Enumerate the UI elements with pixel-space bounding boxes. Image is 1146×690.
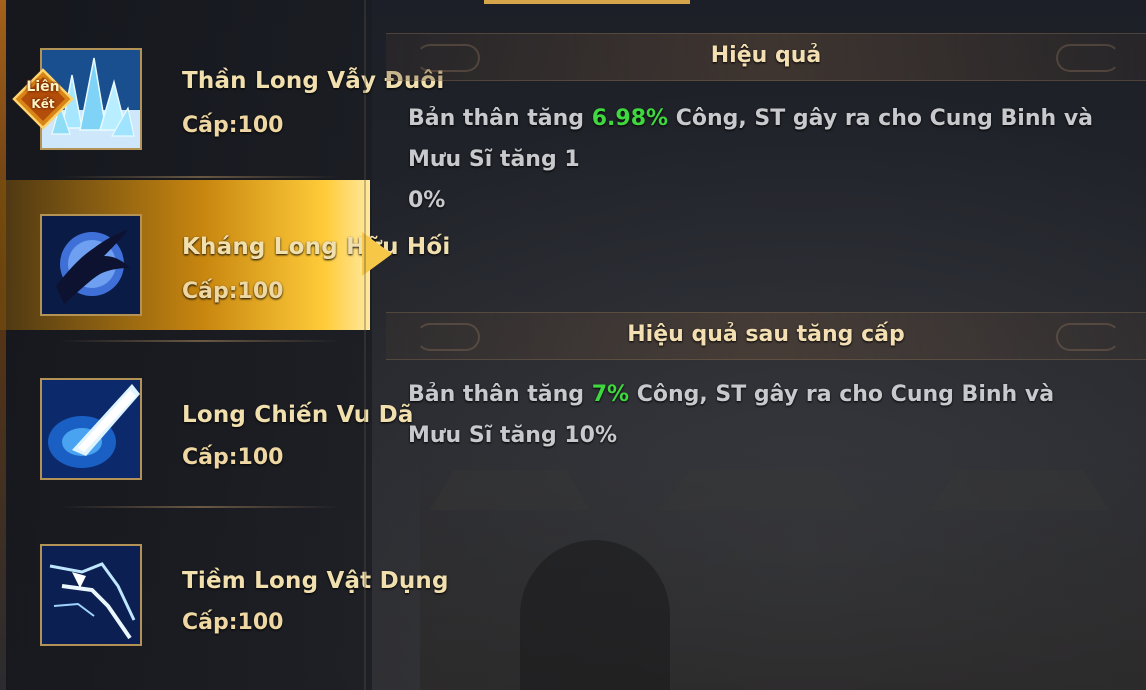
dragon-moon-icon — [40, 214, 142, 316]
effect-text: Bản thân tăng — [408, 106, 592, 131]
skill-level: Cấp:100 — [182, 113, 284, 138]
badge-line-1: Liên — [26, 79, 60, 95]
skill-level: Cấp:100 — [182, 445, 284, 470]
skill-item-tiem-long-vat-dung[interactable]: Tiềm Long Vật Dụng Cấp:100 — [0, 512, 448, 662]
row-divider — [60, 176, 340, 178]
skill-name: Tiềm Long Vật Dụng — [182, 568, 449, 594]
upgrade-description: Bản thân tăng 7% Công, ST gây ra cho Cun… — [408, 374, 1098, 456]
background-roof — [930, 470, 1110, 510]
skill-level: Cấp:100 — [182, 279, 284, 304]
row-divider — [60, 340, 340, 342]
skill-level: Cấp:100 — [182, 610, 284, 635]
effect-description: Bản thân tăng 6.98% Công, ST gây ra cho … — [408, 98, 1098, 221]
background-roof — [430, 470, 590, 510]
skill-name: Long Chiến Vu Dã — [182, 402, 414, 428]
background-gate — [520, 540, 670, 690]
skill-item-khang-long-huu-hoi[interactable]: Kháng Long Hữu Hối Cấp:100 — [0, 180, 450, 330]
upgrade-value: 7% — [591, 382, 630, 407]
effect-title: Hiệu quả — [710, 43, 822, 68]
upgrade-title: Hiệu quả sau tăng cấp — [627, 322, 905, 347]
badge-line-2: Kết — [31, 97, 55, 111]
effect-section-header: Hiệu quả — [386, 33, 1146, 81]
skill-item-long-chien-vu-da[interactable]: Long Chiến Vu Dã Cấp:100 — [0, 346, 413, 496]
lightning-spear-icon — [40, 544, 142, 646]
lien-ket-label: Liên Kết — [12, 79, 74, 113]
effect-value: 6.98% — [591, 106, 669, 131]
upgrade-section-header: Hiệu quả sau tăng cấp — [386, 312, 1146, 360]
effect-line-2: 0% — [408, 188, 446, 213]
panel-divider — [364, 0, 366, 690]
skill-name: Kháng Long Hữu Hối — [182, 234, 451, 260]
lien-ket-badge: Liên Kết — [12, 68, 74, 130]
background-roof — [660, 470, 860, 510]
top-tab-edge — [484, 0, 690, 4]
energy-beam-icon — [40, 378, 142, 480]
effect-line-1: Bản thân tăng 6.98% Công, ST gây ra cho … — [408, 98, 1098, 180]
upgrade-text: Bản thân tăng — [408, 382, 592, 407]
row-divider — [60, 506, 340, 508]
